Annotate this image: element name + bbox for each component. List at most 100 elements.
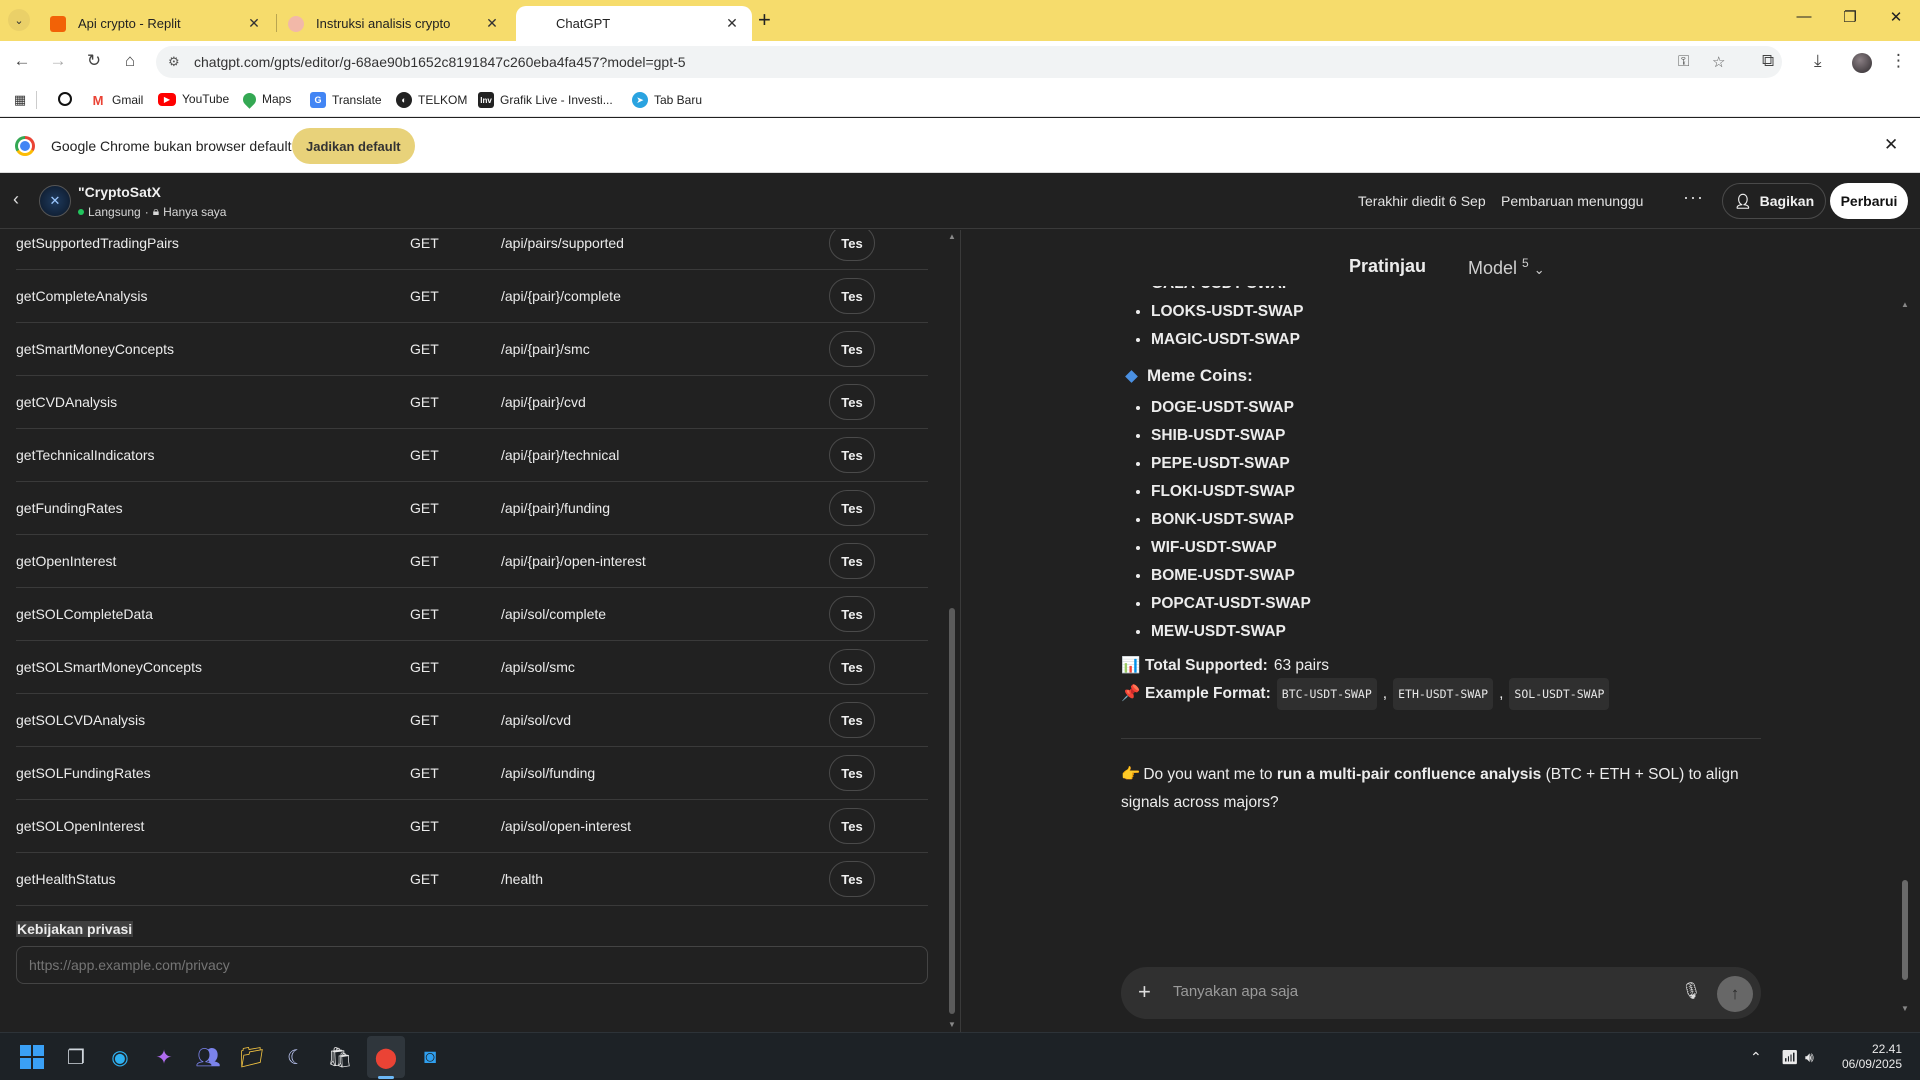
close-tab-icon[interactable]: ✕ <box>244 15 264 32</box>
system-clock[interactable]: 22.41 06/09/2025 <box>1838 1042 1902 1072</box>
action-row: getSOLCompleteData GET/api/sol/complete Te… <box>16 588 928 641</box>
teams-icon[interactable]: 👥︎ <box>193 1042 223 1072</box>
tab-chatgpt[interactable]: ChatGPT ✕ <box>516 6 752 41</box>
test-button[interactable]: Tes <box>829 861 875 897</box>
back-chevron-icon[interactable]: ‹ <box>13 189 19 210</box>
reload-icon[interactable]: ↻ <box>82 51 106 71</box>
test-button[interactable]: Tes <box>829 596 875 632</box>
address-bar[interactable]: ⚙ chatgpt.com/gpts/editor/g-68ae90b1652c… <box>156 46 1782 78</box>
file-explorer-icon[interactable]: 📁︎ <box>237 1042 267 1072</box>
list-item: MAGIC-USDT-SWAP <box>1151 326 1761 354</box>
tab-replit[interactable]: Api crypto - Replit ✕ <box>38 6 274 41</box>
operation-id: getTechnicalIndicators <box>16 447 155 463</box>
task-view-icon[interactable]: ❐ <box>61 1042 91 1072</box>
back-icon[interactable]: ← <box>10 51 34 71</box>
menu-kebab-icon[interactable]: ⋮ <box>1890 51 1907 71</box>
bookmark-investing[interactable]: Inv Grafik Live - Investi... <box>478 92 613 108</box>
left-scrollbar[interactable]: ▲ ▼ <box>947 230 957 1032</box>
password-key-icon[interactable]: ⚿ <box>1678 53 1689 70</box>
scroll-down-icon[interactable]: ▼ <box>948 1020 956 1029</box>
volume-icon[interactable]: 🔊︎ <box>1805 1049 1814 1066</box>
endpoint-path: /api/sol/open-interest <box>501 818 631 834</box>
more-options-icon[interactable]: ··· <box>1683 187 1704 208</box>
download-icon[interactable]: ⤓ <box>1814 51 1822 71</box>
bookmark-tab-baru[interactable]: ➤ Tab Baru <box>632 92 702 108</box>
plus-icon[interactable]: + <box>1138 979 1151 1005</box>
investing-icon: Inv <box>478 92 494 108</box>
test-button[interactable]: Tes <box>829 702 875 738</box>
bookmark-translate[interactable]: G Translate <box>310 92 382 108</box>
profile-avatar[interactable] <box>1852 53 1872 73</box>
test-button[interactable]: Tes <box>829 543 875 579</box>
gmail-icon: M <box>92 92 104 108</box>
new-tab-plus-icon[interactable]: + <box>758 9 771 31</box>
bookmark-telkom[interactable]: ◐ TELKOM <box>396 92 467 108</box>
extensions-icon[interactable]: ⧉ <box>1762 51 1774 71</box>
http-method: GET <box>410 659 439 675</box>
store-icon[interactable]: 🛍︎ <box>325 1042 355 1072</box>
code-chip: SOL-USDT-SWAP <box>1509 678 1610 710</box>
list-item: POPCAT-USDT-SWAP <box>1151 590 1761 618</box>
test-button[interactable]: Tes <box>829 230 875 261</box>
scroll-up-icon[interactable]: ▲ <box>948 232 956 241</box>
infobar-close-icon[interactable]: ✕ <box>1884 135 1898 155</box>
right-scrollbar[interactable]: ▲ ▼ <box>1900 300 1910 1020</box>
test-button[interactable]: Tes <box>829 755 875 791</box>
list-item: SHIB-USDT-SWAP <box>1151 422 1761 450</box>
http-method: GET <box>410 235 439 251</box>
forward-icon[interactable]: → <box>46 51 70 71</box>
telkom-icon: ◐ <box>396 92 412 108</box>
visibility-label: Hanya saya <box>163 204 227 219</box>
test-button[interactable]: Tes <box>829 808 875 844</box>
bookmark-maps[interactable]: Maps <box>240 89 291 109</box>
model-selector[interactable]: Model 5 ⌄ <box>1468 256 1545 279</box>
minimize-icon[interactable]: — <box>1781 8 1827 25</box>
chatgpt-bookmark-icon[interactable] <box>58 92 78 106</box>
test-button[interactable]: Tes <box>829 490 875 526</box>
gpt-avatar[interactable]: ✕ <box>39 185 71 217</box>
night-light-icon[interactable]: ☾ <box>281 1042 311 1072</box>
apps-grid-icon[interactable]: ▦ <box>12 92 34 108</box>
tab-search-chevron-icon[interactable]: ⌄ <box>8 9 30 31</box>
share-button[interactable]: 👤︎ Bagikan <box>1722 183 1826 219</box>
tab-preview[interactable]: Pratinjau <box>1349 256 1426 277</box>
translate-icon: G <box>310 92 326 108</box>
scroll-down-icon[interactable]: ▼ <box>1901 1004 1909 1013</box>
test-button[interactable]: Tes <box>829 437 875 473</box>
close-tab-icon[interactable]: ✕ <box>482 15 502 32</box>
wifi-icon[interactable]: 📶︎ <box>1781 1049 1799 1066</box>
scrollbar-thumb[interactable] <box>1902 880 1908 980</box>
url-text[interactable]: chatgpt.com/gpts/editor/g-68ae90b1652c81… <box>194 54 686 70</box>
close-tab-icon[interactable]: ✕ <box>722 15 742 32</box>
edge-icon[interactable]: ◉ <box>105 1042 135 1072</box>
home-icon[interactable]: ⌂ <box>118 51 142 71</box>
chrome-icon[interactable]: ⬤ <box>371 1042 401 1072</box>
bookmark-gmail[interactable]: M Gmail <box>90 92 144 108</box>
close-window-icon[interactable]: ✕ <box>1873 8 1919 26</box>
test-button[interactable]: Tes <box>829 331 875 367</box>
restore-icon[interactable]: ❐ <box>1827 8 1873 26</box>
scroll-up-icon[interactable]: ▲ <box>1901 300 1909 309</box>
composer-input[interactable]: Tanyakan apa saja <box>1173 983 1298 1000</box>
windows-start-icon[interactable] <box>17 1042 47 1072</box>
microphone-icon[interactable]: 🎙︎ <box>1681 981 1701 1001</box>
app-blue-icon[interactable]: ◙ <box>415 1042 445 1072</box>
test-button[interactable]: Tes <box>829 278 875 314</box>
test-button[interactable]: Tes <box>829 649 875 685</box>
copilot-icon[interactable]: ✦ <box>149 1042 179 1072</box>
bookmark-star-icon[interactable]: ☆ <box>1712 53 1725 71</box>
tab-instruksi[interactable]: Instruksi analisis crypto ✕ <box>276 6 512 41</box>
scrollbar-thumb[interactable] <box>949 608 955 1014</box>
share-person-icon: 👤︎ <box>1733 192 1752 209</box>
action-row: getHealthStatus GET/health Tes <box>16 853 928 906</box>
set-default-button[interactable]: Jadikan default <box>292 128 415 164</box>
send-arrow-icon[interactable]: ↑ <box>1717 976 1753 1012</box>
tray-chevron-up-icon[interactable]: ⌃ <box>1750 1049 1762 1066</box>
bookmark-youtube[interactable]: ▶ YouTube <box>158 92 229 106</box>
privacy-policy-input[interactable] <box>16 946 928 984</box>
chat-composer[interactable]: + Tanyakan apa saja 🎙︎ ↑ <box>1121 967 1761 1019</box>
site-info-icon[interactable]: ⚙ <box>168 54 180 70</box>
pair-list-top: GALA-USDT-SWAP LOOKS-USDT-SWAP MAGIC-USD… <box>1121 286 1761 354</box>
update-button[interactable]: Perbarui <box>1830 183 1908 219</box>
test-button[interactable]: Tes <box>829 384 875 420</box>
